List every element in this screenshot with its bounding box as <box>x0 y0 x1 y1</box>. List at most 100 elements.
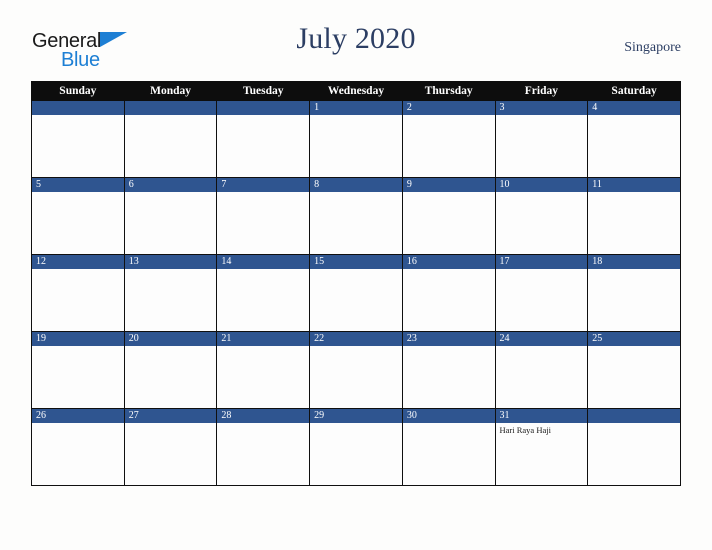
day-events <box>496 346 588 408</box>
calendar-week-row: 19 20 21 22 23 24 25 <box>31 331 681 409</box>
calendar-day-cell[interactable]: 9 <box>401 177 496 255</box>
day-number: 26 <box>32 409 124 423</box>
day-number: 18 <box>588 255 680 269</box>
day-number <box>124 101 217 115</box>
calendar-day-cell[interactable]: 23 <box>401 331 496 409</box>
calendar-day-cell[interactable]: 11 <box>587 177 681 255</box>
day-number: 21 <box>217 332 310 346</box>
day-events <box>32 423 124 485</box>
day-number: 11 <box>588 178 680 192</box>
day-events <box>217 423 309 485</box>
calendar-day-cell[interactable]: 16 <box>401 254 496 332</box>
day-events <box>496 192 588 254</box>
weekday-header-friday: Friday <box>494 81 589 101</box>
day-number: 16 <box>402 255 495 269</box>
day-events <box>588 423 680 485</box>
day-number: 2 <box>402 101 495 115</box>
day-number: 7 <box>217 178 310 192</box>
calendar-day-cell[interactable]: 30 <box>401 408 496 486</box>
day-number: 1 <box>310 101 402 115</box>
calendar-day-cell[interactable]: 8 <box>309 177 403 255</box>
page-title: July 2020 <box>296 22 416 55</box>
weekday-header-tuesday: Tuesday <box>216 81 311 101</box>
weekday-header-wednesday: Wednesday <box>309 81 403 101</box>
day-number: 14 <box>217 255 310 269</box>
calendar-day-cell[interactable] <box>216 100 311 178</box>
weekday-header-row: Sunday Monday Tuesday Wednesday Thursday… <box>31 81 681 101</box>
day-number <box>588 409 680 423</box>
calendar-day-cell[interactable]: 25 <box>587 331 681 409</box>
calendar-day-cell[interactable] <box>31 100 125 178</box>
day-events <box>588 346 680 408</box>
day-events <box>403 115 495 177</box>
day-number: 9 <box>402 178 495 192</box>
calendar-day-cell[interactable] <box>123 100 218 178</box>
day-events <box>403 423 495 485</box>
day-number: 5 <box>32 178 124 192</box>
weekday-header-sunday: Sunday <box>31 81 125 101</box>
day-events <box>310 115 402 177</box>
day-events <box>32 192 124 254</box>
calendar-day-cell[interactable] <box>587 408 681 486</box>
day-number: 20 <box>124 332 217 346</box>
day-number: 3 <box>495 101 588 115</box>
calendar-day-cell[interactable]: 5 <box>31 177 125 255</box>
day-events <box>217 346 309 408</box>
day-events <box>125 269 217 331</box>
day-events: Hari Raya Haji <box>496 423 588 485</box>
calendar-week-row: 1234 <box>31 100 681 178</box>
day-number: 13 <box>124 255 217 269</box>
day-number: 28 <box>217 409 310 423</box>
calendar-day-cell[interactable]: 12 <box>31 254 125 332</box>
calendar-day-cell[interactable]: 17 <box>494 254 589 332</box>
calendar-day-cell[interactable]: 27 <box>123 408 218 486</box>
day-number: 25 <box>588 332 680 346</box>
calendar-day-cell[interactable]: 14 <box>216 254 311 332</box>
day-number: 12 <box>32 255 124 269</box>
calendar-day-cell[interactable]: 15 <box>309 254 403 332</box>
calendar-day-cell[interactable]: 26 <box>31 408 125 486</box>
calendar-day-cell[interactable]: 19 <box>31 331 125 409</box>
weekday-header-saturday: Saturday <box>587 81 681 101</box>
day-number: 15 <box>310 255 402 269</box>
calendar-week-row: 12 13 14 15 16 17 18 <box>31 254 681 332</box>
calendar-day-cell[interactable]: 4 <box>587 100 681 178</box>
calendar-day-cell[interactable]: 3 <box>494 100 589 178</box>
day-events <box>125 423 217 485</box>
calendar-day-cell[interactable]: 6 <box>123 177 218 255</box>
day-events <box>217 192 309 254</box>
calendar-body: 1 2 3 4 5 6 7 8 9 10 11 12 13 14 15 16 17 18 19 20 21 22 23 24 2… <box>31 100 681 486</box>
day-events <box>125 192 217 254</box>
calendar-day-cell[interactable]: 7 <box>216 177 311 255</box>
calendar-day-cell[interactable]: 31 Hari Raya Haji <box>494 408 589 486</box>
calendar-day-cell[interactable]: 20 <box>123 331 218 409</box>
day-events <box>310 269 402 331</box>
day-events <box>310 192 402 254</box>
calendar-day-cell[interactable]: 2 <box>401 100 496 178</box>
day-events <box>588 115 680 177</box>
day-events <box>588 269 680 331</box>
day-number: 8 <box>310 178 402 192</box>
day-events <box>125 346 217 408</box>
calendar-day-cell[interactable]: 21 <box>216 331 311 409</box>
day-events <box>310 423 402 485</box>
calendar-day-cell[interactable]: 13 <box>123 254 218 332</box>
calendar-day-cell[interactable]: 1 <box>309 100 403 178</box>
day-events <box>32 115 124 177</box>
day-events <box>217 269 309 331</box>
calendar-day-cell[interactable]: 10 <box>494 177 589 255</box>
day-number: 22 <box>310 332 402 346</box>
calendar-week-row: 5 6 7 8 9 10 11 <box>31 177 681 255</box>
calendar-day-cell[interactable]: 24 <box>494 331 589 409</box>
day-events <box>496 269 588 331</box>
calendar-day-cell[interactable]: 29 <box>309 408 403 486</box>
day-events <box>403 269 495 331</box>
calendar-day-cell[interactable]: 22 <box>309 331 403 409</box>
calendar-day-cell[interactable]: 18 <box>587 254 681 332</box>
day-events <box>32 346 124 408</box>
day-number: 24 <box>495 332 588 346</box>
day-number: 29 <box>310 409 402 423</box>
calendar-day-cell[interactable]: 28 <box>216 408 311 486</box>
day-events <box>496 115 588 177</box>
day-number <box>217 101 310 115</box>
